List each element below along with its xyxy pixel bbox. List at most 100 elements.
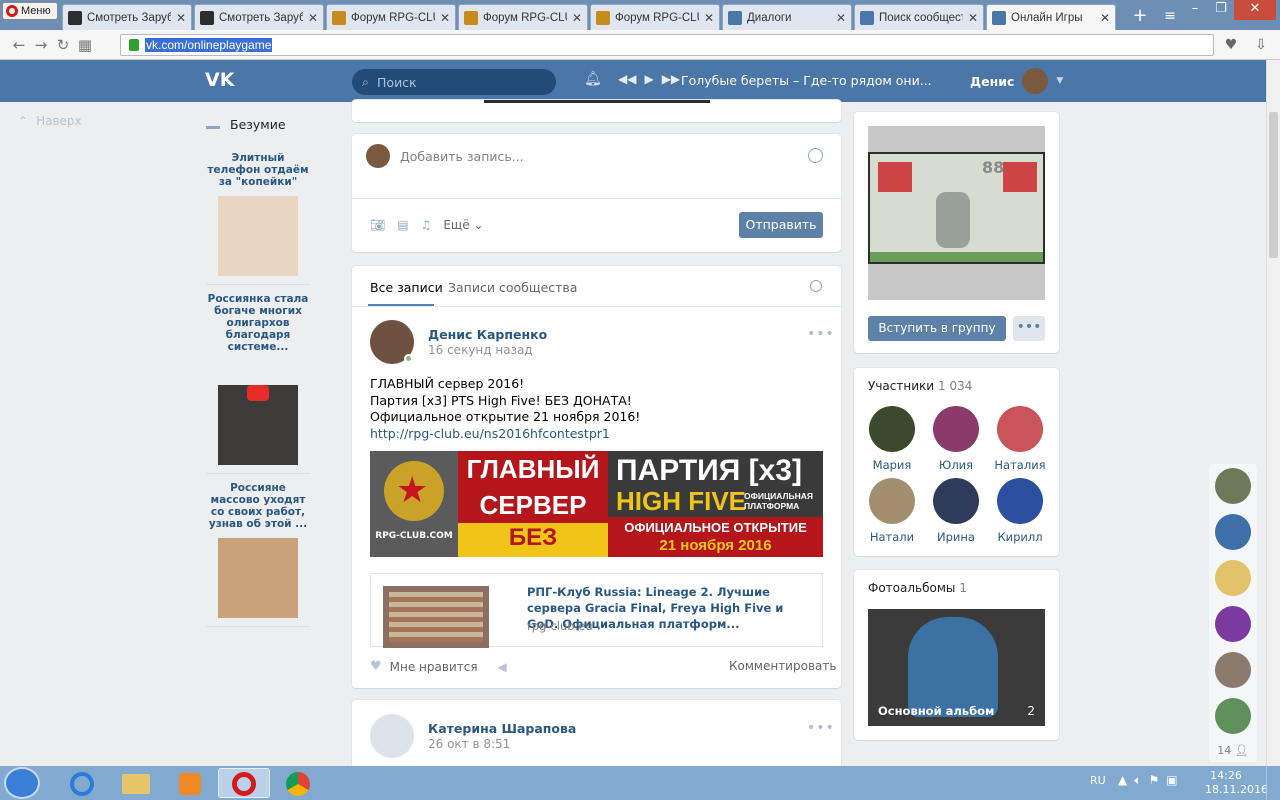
scroll-up-button[interactable]: ⌃ Наверх bbox=[18, 114, 82, 128]
friend-avatar[interactable] bbox=[1215, 560, 1251, 596]
speed-dial-icon[interactable]: ▦ bbox=[74, 36, 96, 54]
ad-title[interactable]: Россиянка стала богаче многих олигархов … bbox=[206, 293, 310, 353]
back-icon[interactable]: ← bbox=[8, 36, 30, 54]
next-track-icon[interactable]: ▶▶ bbox=[662, 72, 680, 86]
friends-count[interactable]: 14 👤︎ bbox=[1209, 744, 1257, 757]
opera-taskbar-icon[interactable] bbox=[218, 768, 270, 798]
friend-avatar[interactable] bbox=[1215, 698, 1251, 734]
media-player-icon[interactable] bbox=[164, 768, 216, 798]
network-icon[interactable]: ▣ bbox=[1166, 773, 1177, 788]
member-item[interactable]: Ирина bbox=[924, 478, 988, 544]
browser-tab[interactable]: Смотреть Зарубе ✕ bbox=[194, 4, 324, 30]
like-button[interactable]: ♥ Мне нравится ◀ bbox=[370, 659, 507, 674]
opera-menu-button[interactable]: Меню bbox=[2, 2, 58, 20]
ad-title[interactable]: Элитный телефон отдаём за "копейки" bbox=[206, 152, 310, 188]
albums-header[interactable]: Фотоальбомы 1 bbox=[868, 581, 967, 595]
browser-tab[interactable]: Диалоги ✕ bbox=[722, 4, 852, 30]
bookmark-heart-icon[interactable]: ♥ bbox=[1220, 35, 1242, 55]
notifications-bell-icon[interactable]: 🔔︎ bbox=[584, 71, 602, 89]
browser-tab[interactable]: Поиск сообществ ✕ bbox=[854, 4, 984, 30]
tab-all-posts[interactable]: Все записи bbox=[370, 280, 443, 295]
vk-logo[interactable]: VK bbox=[205, 70, 235, 90]
member-item[interactable]: Мария bbox=[860, 406, 924, 472]
member-item[interactable]: Юлия bbox=[924, 406, 988, 472]
post-actions-icon[interactable]: ••• bbox=[807, 720, 835, 736]
more-actions-button[interactable]: ••• bbox=[1013, 316, 1045, 341]
browser-tab[interactable]: Смотреть Зарубе ✕ bbox=[62, 4, 192, 30]
member-item[interactable]: Натали bbox=[860, 478, 924, 544]
post-author-avatar[interactable] bbox=[370, 714, 414, 758]
friend-avatar[interactable] bbox=[1215, 652, 1251, 688]
video-icon[interactable]: ▤ bbox=[397, 218, 408, 232]
friend-avatar[interactable] bbox=[1215, 468, 1251, 504]
more-attach-button[interactable]: Ещё ⌄ bbox=[443, 218, 483, 232]
reload-icon[interactable]: ↻ bbox=[52, 36, 74, 54]
tab-close-icon[interactable]: ✕ bbox=[836, 11, 846, 25]
browser-tab[interactable]: Форум RPG-CLUB ✕ bbox=[590, 4, 720, 30]
tab-close-icon[interactable]: ✕ bbox=[1100, 11, 1110, 25]
page-scrollbar[interactable] bbox=[1266, 60, 1280, 768]
tab-menu-icon[interactable]: ≡ bbox=[1160, 6, 1180, 26]
ad-title[interactable]: Россияне массово уходят со своих работ, … bbox=[206, 482, 310, 530]
start-button[interactable] bbox=[4, 767, 40, 799]
chrome-icon[interactable] bbox=[272, 768, 324, 798]
post-author-name[interactable]: Катерина Шарапова bbox=[428, 721, 576, 736]
language-indicator[interactable]: RU bbox=[1090, 774, 1106, 787]
join-group-button[interactable]: Вступить в группу bbox=[868, 316, 1006, 341]
post-time[interactable]: 26 окт в 8:51 bbox=[428, 737, 510, 751]
post-banner-image[interactable]: ★ RPG-CLUB.COM ГЛАВНЫЙ СЕРВЕР БЕЗ ДОНАТА… bbox=[370, 451, 823, 557]
camera-icon[interactable]: 📷︎ bbox=[370, 218, 385, 232]
search-icon[interactable] bbox=[810, 280, 822, 292]
restore-icon[interactable]: ❐ bbox=[1208, 0, 1234, 20]
ad-image[interactable] bbox=[218, 196, 298, 276]
member-item[interactable]: Наталия bbox=[988, 406, 1052, 472]
tab-close-icon[interactable]: ✕ bbox=[176, 11, 186, 25]
browser-tab[interactable]: Форум RPG-CLUB ✕ bbox=[326, 4, 456, 30]
previous-track-icon[interactable]: ◀◀ bbox=[618, 72, 636, 86]
group-cover-image[interactable]: 88 bbox=[868, 126, 1045, 300]
tab-close-icon[interactable]: ✕ bbox=[308, 11, 318, 25]
tab-close-icon[interactable]: ✕ bbox=[572, 11, 582, 25]
post-author-name[interactable]: Денис Карпенко bbox=[428, 327, 547, 342]
vk-search-input[interactable]: ⌕ Поиск bbox=[352, 69, 556, 95]
scrollbar-thumb[interactable] bbox=[1269, 112, 1278, 258]
url-field[interactable]: vk.com/onlineplaygame bbox=[120, 34, 1214, 56]
forward-icon[interactable]: → bbox=[30, 36, 52, 54]
new-tab-button[interactable]: + bbox=[1130, 6, 1150, 26]
play-icon[interactable]: ▶ bbox=[644, 72, 653, 86]
emoji-icon[interactable] bbox=[808, 148, 823, 163]
comment-button[interactable]: Комментировать bbox=[729, 659, 836, 673]
tab-community-posts[interactable]: Записи сообщества bbox=[448, 280, 577, 295]
now-playing-track[interactable]: Голубые береты – Где-то рядом они... bbox=[681, 73, 932, 88]
tab-close-icon[interactable]: ✕ bbox=[968, 11, 978, 25]
member-item[interactable]: Кирилл bbox=[988, 478, 1052, 544]
link-card[interactable]: РПГ-Клуб Russia: Lineage 2. Лучшие серве… bbox=[370, 573, 823, 648]
download-icon[interactable]: ⇩ bbox=[1250, 35, 1272, 55]
post-link[interactable]: http://rpg-club.eu/ns2016hfcontestpr1 bbox=[370, 426, 640, 443]
tray-arrow-icon[interactable]: ▲ bbox=[1118, 773, 1127, 788]
flag-icon[interactable]: ⚑ bbox=[1148, 773, 1159, 788]
tab-close-icon[interactable]: ✕ bbox=[704, 11, 714, 25]
left-menu-item[interactable]: Безумие bbox=[206, 114, 310, 134]
ad-image[interactable] bbox=[218, 538, 298, 618]
minimize-icon[interactable]: – bbox=[1182, 0, 1208, 20]
user-menu[interactable]: Денис ▼ bbox=[970, 68, 1063, 94]
ad-item[interactable]: Россияне массово уходят со своих работ, … bbox=[206, 482, 310, 627]
internet-explorer-icon[interactable] bbox=[56, 768, 108, 798]
share-megaphone-icon[interactable]: ◀ bbox=[498, 660, 507, 674]
volume-icon[interactable]: 🔈︎ bbox=[1134, 773, 1141, 788]
members-header[interactable]: Участники 1 034 bbox=[868, 379, 972, 393]
friend-avatar[interactable] bbox=[1215, 606, 1251, 642]
music-icon[interactable]: ♫ bbox=[421, 218, 432, 232]
tab-close-icon[interactable]: ✕ bbox=[440, 11, 450, 25]
album-thumbnail[interactable]: Основной альбом 2 bbox=[868, 609, 1045, 726]
post-time[interactable]: 16 секунд назад bbox=[428, 343, 533, 357]
file-explorer-icon[interactable] bbox=[110, 768, 162, 798]
show-desktop-button[interactable] bbox=[1266, 766, 1280, 800]
taskbar-clock[interactable]: 14:26 18.11.2016 bbox=[1205, 769, 1268, 797]
ad-item[interactable]: Россиянка стала богаче многих олигархов … bbox=[206, 293, 310, 474]
close-icon[interactable]: ✕ bbox=[1234, 0, 1276, 20]
post-actions-icon[interactable]: ••• bbox=[807, 326, 835, 342]
browser-tab[interactable]: Онлайн Игры ✕ bbox=[986, 4, 1116, 30]
friend-avatar[interactable] bbox=[1215, 514, 1251, 550]
